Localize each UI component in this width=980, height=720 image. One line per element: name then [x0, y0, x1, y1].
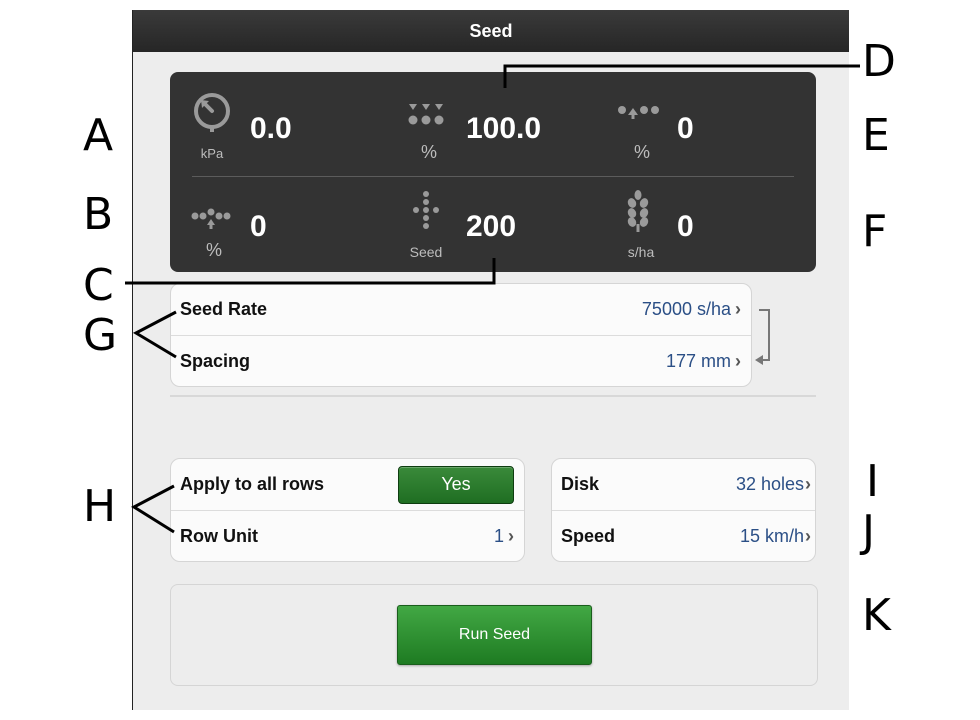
callout-e: E [862, 110, 890, 161]
speed-value: 15 km/h › [740, 526, 811, 547]
apply-all-rows-label: Apply to all rows [180, 474, 325, 494]
gauge-unit-skip: % [633, 142, 650, 162]
gauge-unit-seed-flow: % [420, 142, 437, 162]
seed-rate-value: 75000 s/ha › [642, 299, 741, 320]
seed-rate-value-text: 75000 s/ha [641, 299, 731, 319]
speed-row[interactable]: Speed 15 km/h › [552, 510, 815, 561]
rows-card: Apply to all rows Yes Row Unit 1 › [170, 458, 525, 562]
callout-j: J [862, 506, 875, 557]
chevron-right-icon: › [805, 525, 811, 546]
seed-rate-row[interactable]: Seed Rate 75000 s/ha › [171, 284, 751, 335]
link-bracket-icon [755, 309, 770, 365]
apply-all-rows-row: Apply to all rows Yes [171, 459, 524, 510]
screen-title: Seed [469, 20, 513, 41]
skip-seed-icon [618, 106, 659, 119]
row-unit-value: 1 › [494, 526, 514, 547]
section-separator [170, 395, 816, 397]
spacing-label: Spacing [180, 350, 251, 371]
run-card: Run Seed [170, 584, 818, 686]
spacing-value: 177 mm › [666, 351, 741, 372]
wheat-icon [627, 190, 649, 232]
callout-k: K [862, 590, 891, 641]
callout-b: B [83, 189, 114, 240]
disk-value-text: 32 holes [735, 474, 804, 494]
gauge-panel: kPa 0.0 % 100.0 % 0 % 0 Seed 200 s/ha 0 [170, 72, 816, 272]
gauge-value-population: 0 [677, 210, 694, 243]
gauge-unit-double: % [205, 240, 222, 260]
run-seed-button[interactable]: Run Seed [397, 605, 592, 665]
seed-flow-icon [408, 104, 444, 125]
rate-card: Seed Rate 75000 s/ha › Spacing 177 mm › [170, 283, 752, 387]
gauge-unit-population: s/ha [627, 244, 655, 260]
speed-value-text: 15 km/h [739, 525, 804, 546]
disk-card: Disk 32 holes › Speed 15 km/h › [551, 458, 816, 562]
apply-all-rows-toggle[interactable]: Yes [398, 465, 514, 504]
callout-c: C [83, 260, 114, 311]
chevron-right-icon: › [805, 474, 811, 494]
callout-g: G [83, 310, 118, 361]
gauge-unit-pressure: kPa [200, 146, 224, 161]
disk-label: Disk [561, 474, 600, 494]
callout-f: F [862, 206, 888, 257]
chevron-right-icon: › [735, 299, 741, 319]
speed-label: Speed [561, 525, 616, 546]
row-unit-value-text: 1 [493, 525, 504, 546]
gauge-unit-seed: Seed [409, 244, 443, 260]
callout-h: H [83, 481, 117, 532]
gauge-value-pressure: 0.0 [250, 112, 292, 145]
gauge-divider [192, 176, 794, 177]
callout-a: A [83, 110, 114, 161]
pressure-gauge-icon [194, 93, 230, 132]
disk-value: 32 holes › [736, 474, 811, 495]
gauge-value-skip: 0 [677, 112, 694, 145]
gauge-value-seed: 200 [466, 210, 517, 243]
chevron-right-icon: › [735, 350, 741, 371]
gauge-value-seed-flow: 100.0 [466, 112, 542, 145]
disk-row[interactable]: Disk 32 holes › [552, 459, 815, 510]
row-unit-label: Row Unit [180, 525, 258, 546]
callout-d: D [862, 36, 896, 87]
spacing-row[interactable]: Spacing 177 mm › [171, 335, 751, 386]
chevron-right-icon: › [508, 525, 514, 546]
row-unit-row[interactable]: Row Unit 1 › [171, 510, 524, 561]
gauge-value-double: 0 [250, 210, 267, 243]
spacing-value-text: 177 mm [665, 350, 731, 371]
seed-spacing-icon [413, 191, 439, 229]
seed-rate-label: Seed Rate [180, 299, 268, 319]
device-screen: Seed kPa 0.0 % 100.0 % 0 % 0 Seed 200 s/… [132, 10, 849, 710]
callout-i: I [866, 456, 879, 507]
title-bar: Seed [133, 10, 849, 52]
